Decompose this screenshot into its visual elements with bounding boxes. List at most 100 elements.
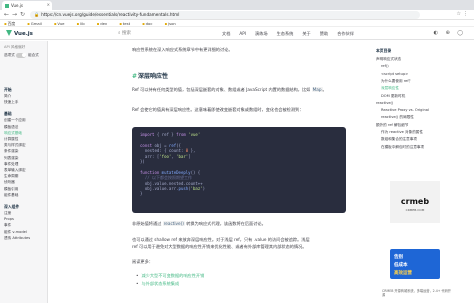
switch-knob: [21, 53, 26, 57]
bookmark-label: test: [122, 21, 131, 26]
folder-icon: ▪: [76, 21, 80, 26]
url-input[interactable]: 🔒 https://cn.vuejs.org/guide/essentials/r…: [30, 11, 420, 19]
section-title: 深层响应性: [138, 73, 169, 80]
code-block: import { ref } from 'vue' const obj = re…: [132, 127, 346, 213]
browser-tab[interactable]: Vue.js ×: [2, 1, 52, 10]
code-token: 'foo': [159, 153, 172, 159]
bookmark-item[interactable]: ▪doc: [142, 21, 158, 26]
code-token: 'vue': [185, 132, 201, 137]
back-icon[interactable]: ←: [3, 11, 10, 18]
sidebar-item[interactable]: 透传 Attributes: [4, 236, 30, 241]
outline-item[interactable]: 深层响应性: [381, 86, 399, 91]
bookmark-label: Gmail: [30, 21, 42, 26]
read-more-label: 阅读更多：: [132, 259, 153, 264]
bookmark-item[interactable]: ▪dev: [97, 21, 114, 26]
bookmark-label: json: [168, 21, 176, 26]
pref-option-options[interactable]: 选项式: [4, 53, 15, 58]
topnav-item[interactable]: API: [239, 31, 246, 36]
code-token: nested: { count:: [140, 148, 186, 154]
sponsor-ad[interactable]: crmeb CRMEB.COM 告别 低成本 高效运营 CRMEB 开源商城系统…: [376, 181, 454, 301]
sidebar-item[interactable]: 计算属性: [4, 137, 18, 142]
sidebar-item[interactable]: 表单输入绑定: [4, 168, 26, 173]
sidebar-item[interactable]: 模板语法: [4, 125, 18, 130]
sidebar-item[interactable]: 响应式基础: [4, 131, 22, 136]
pref-option-composition[interactable]: 组合式: [28, 53, 39, 58]
topnav-item[interactable]: 生态系统: [277, 31, 294, 36]
folder-icon: ▪: [4, 21, 7, 26]
sidebar-item[interactable]: 组件 v-model: [4, 230, 27, 235]
outline-item[interactable]: reactive() 的局限性: [381, 115, 414, 120]
topnav-item[interactable]: 文档: [222, 31, 230, 36]
outline-item[interactable]: ref(): [381, 64, 389, 68]
outline-item[interactable]: 数组和集合的注意事项: [381, 137, 417, 142]
paragraph-5: ref 可以用于避免对大型数据的响应性开销来优化性能、或者有外部库管理其内部状态…: [132, 244, 307, 249]
sidebar-item[interactable]: 快速上手: [4, 100, 18, 105]
bookmark-item[interactable]: ▪Vue: [54, 21, 71, 26]
sidebar-item[interactable]: 组件基础: [4, 193, 18, 198]
sidebar-group-title: 开始: [4, 87, 12, 92]
sidebar-item[interactable]: 侦听器: [4, 180, 15, 185]
outline-item[interactable]: Reactive Proxy vs. Original: [381, 108, 429, 112]
sidebar-item[interactable]: 列表渲染: [4, 156, 18, 161]
ad-banner[interactable]: 告别 低成本 高效运营: [390, 249, 440, 279]
outline-item[interactable]: 额外的 ref 解包细节: [376, 123, 408, 128]
sidebar-item[interactable]: 模板引用: [4, 187, 18, 192]
ad-brand: crmeb: [400, 197, 430, 206]
paragraph-1-text: Ref 可以持有任何类型的值，包括深层嵌套的对象、数组或者 JavaScript…: [132, 87, 311, 92]
topnav-item[interactable]: 赞助: [320, 31, 328, 36]
bookmark-item[interactable]: ▪lib: [77, 21, 91, 26]
bookmark-label: dev: [100, 21, 108, 26]
code-token: }): [140, 159, 145, 165]
topnav-item[interactable]: 演练场: [255, 31, 268, 36]
header-icons[interactable]: ◐ ⊕ ◯: [434, 30, 466, 36]
sidebar-item[interactable]: 注册: [4, 211, 11, 216]
search-button[interactable]: ⌕ 搜索: [118, 30, 131, 36]
forward-icon[interactable]: →: [11, 11, 18, 18]
bookmark-item[interactable]: ▪test: [119, 21, 136, 26]
sidebar-item[interactable]: 条件渲染: [4, 149, 18, 154]
anchor-hash-icon[interactable]: #: [132, 73, 137, 80]
api-pref-label: API 风格偏好: [4, 45, 26, 49]
outline-item[interactable]: 作为 reactive 对象的属性: [381, 130, 423, 135]
read-more-link-2[interactable]: 与外部状态系统集成: [136, 281, 179, 287]
pref-switch[interactable]: [16, 52, 26, 58]
inline-code-reactive: reactive(): [162, 221, 185, 226]
folder-icon: ▪: [119, 21, 122, 26]
code-token: obj.value.arr.: [140, 186, 179, 192]
outline-item[interactable]: DOM 更新时机: [381, 94, 405, 99]
close-icon[interactable]: ×: [47, 2, 50, 7]
outline-item[interactable]: 为什么要使用 ref？: [381, 79, 412, 84]
sidebar-item[interactable]: 生命周期: [4, 174, 18, 179]
read-more-link-1[interactable]: 减少大型不可变数据的响应性开销: [136, 273, 204, 279]
sidebar-item[interactable]: 事件处理: [4, 162, 18, 167]
code-token: { ref }: [154, 132, 177, 137]
bookmark-item[interactable]: ▪百度: [4, 21, 21, 26]
code-token: obj.value.nested.count++: [140, 180, 203, 186]
section-heading: #深层响应性: [132, 71, 168, 80]
page-outline: 本页目录 crmeb CRMEB.COM 告别 低成本 高效运营 CRMEB 开…: [374, 41, 470, 303]
main-content: 响应性系统在深入响应式系统章节中有更详细的讨论。 #深层响应性 Ref 可以持有…: [132, 41, 364, 303]
outline-item[interactable]: 声明响应式状态: [376, 57, 401, 62]
bookmark-item[interactable]: ▪Gmail: [27, 21, 48, 26]
sidebar-item[interactable]: Props: [4, 217, 14, 221]
browser-action-icons[interactable]: ☆⋮: [457, 11, 470, 17]
sidebar-item[interactable]: 事件: [4, 223, 11, 228]
bookmarks-bar: ▪百度 ▪Gmail ▪Vue ▪lib ▪dev ▪test ▪doc ▪json: [0, 20, 474, 27]
ad-line-3: 高效运营: [394, 271, 412, 276]
outline-item[interactable]: <script setup>: [381, 72, 408, 76]
reload-icon[interactable]: ↻: [19, 11, 26, 18]
topnav-item[interactable]: 关于: [302, 31, 310, 36]
sidebar-item[interactable]: 创建一个应用: [4, 118, 26, 123]
topnav-item[interactable]: 合作伙伴: [337, 31, 354, 36]
bookmark-item[interactable]: ▪json: [164, 21, 181, 26]
api-pref-toggle[interactable]: 选项式 组合式: [4, 51, 46, 59]
vue-logo[interactable]: Vue.js: [6, 30, 33, 37]
code-token: () {: [190, 169, 201, 175]
outline-item[interactable]: 在模板中解包时的注意事项: [381, 145, 424, 150]
outline-item[interactable]: reactive(): [376, 101, 393, 105]
sidebar-item[interactable]: 简介: [4, 94, 11, 99]
code-token: arr: [: [140, 153, 160, 159]
ad-caption: CRMEB 开源商城系统，多端运营，2.4+ 代码开源: [382, 289, 451, 298]
sidebar-item[interactable]: 类与样式绑定: [4, 143, 26, 148]
